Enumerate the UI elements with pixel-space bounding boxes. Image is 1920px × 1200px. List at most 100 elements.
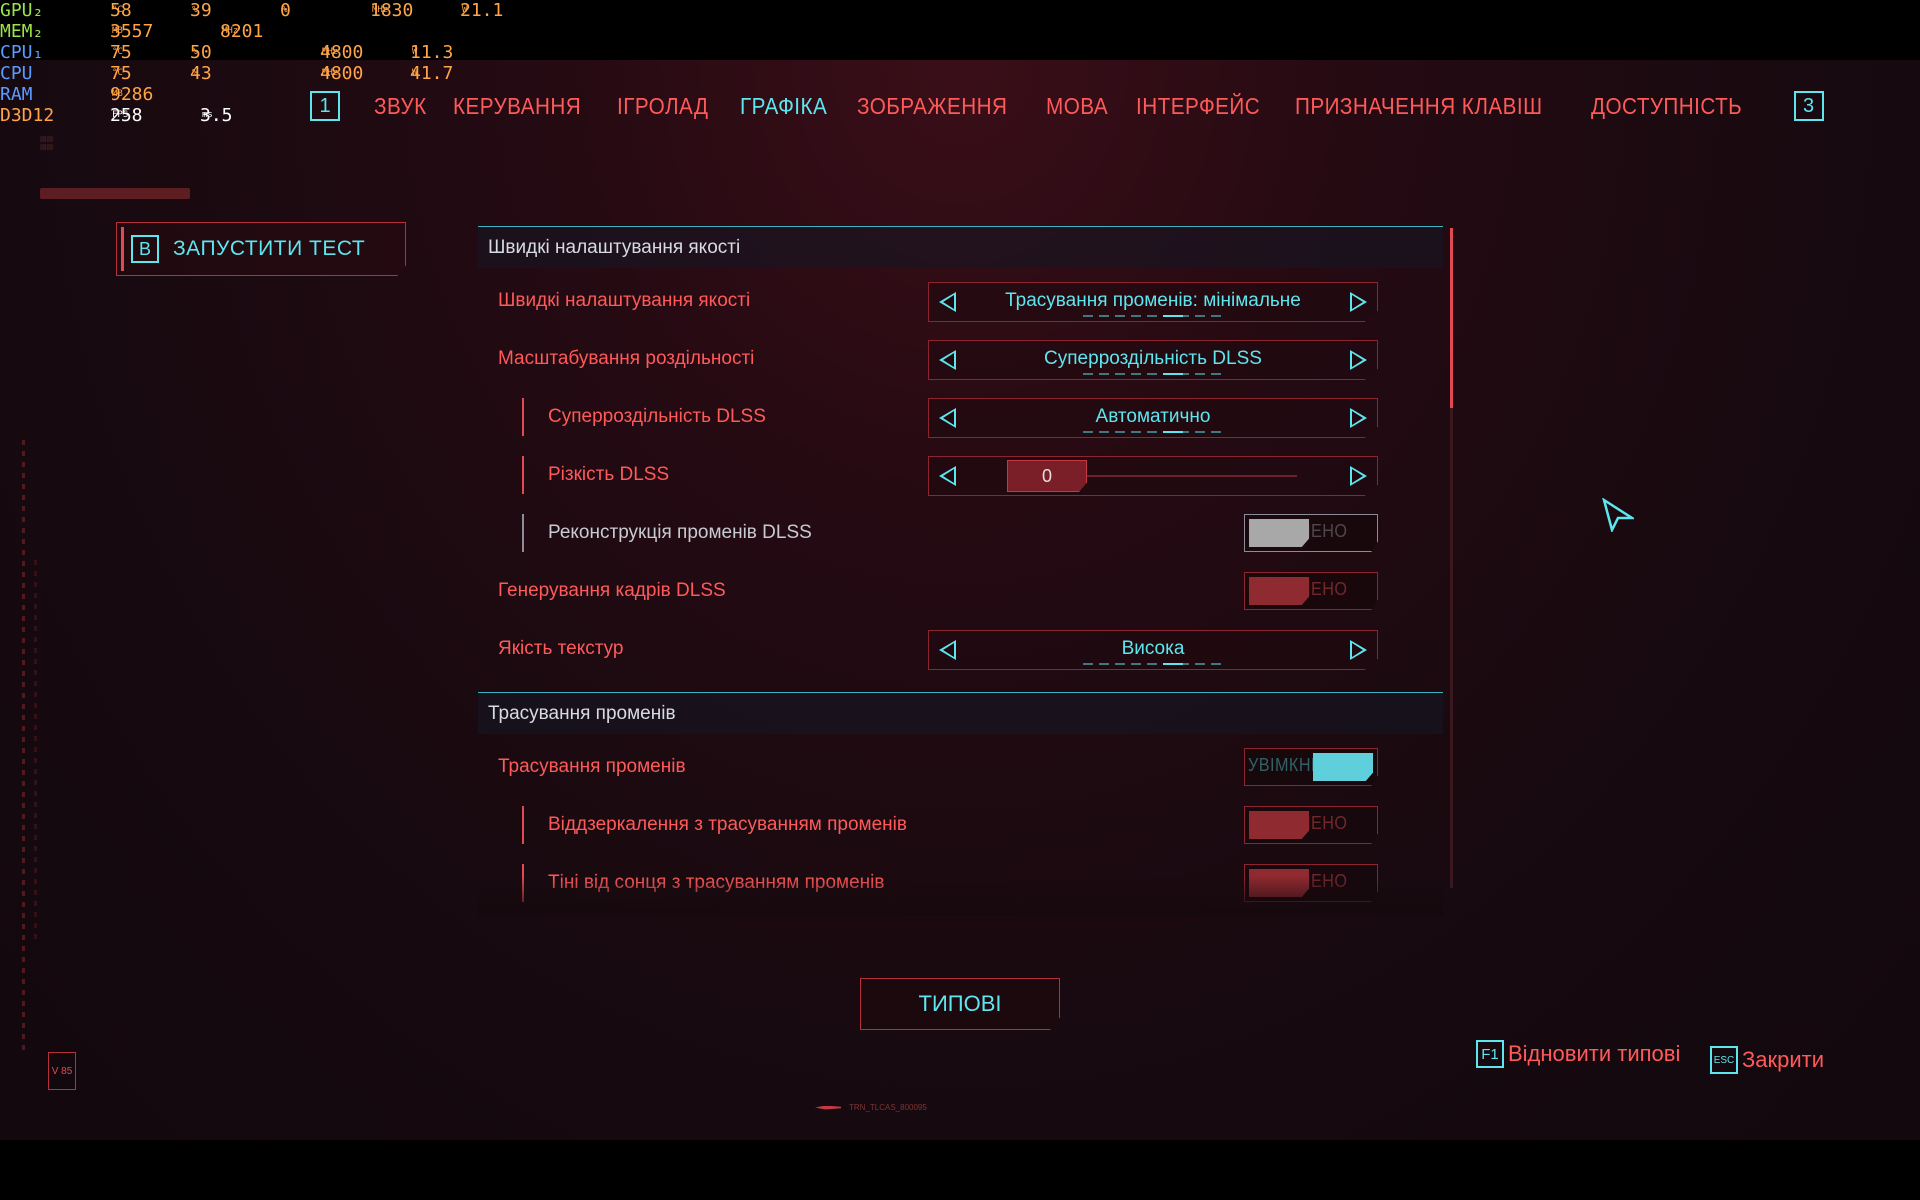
toggle-knob xyxy=(1249,869,1309,897)
arrow-left-icon[interactable] xyxy=(939,350,956,370)
settings-tab-bar: 1 ЗВУК КЕРУВАННЯ ІГРОЛАД ГРАФІКА ЗОБРАЖЕННЯ М… xyxy=(310,86,1824,126)
benchmark-key: B xyxy=(131,235,159,263)
setting-row[interactable]: Реконструкція променів DLSSВИМКНЕНО xyxy=(478,504,1443,562)
selector-position-dots xyxy=(1083,431,1223,433)
selector-value: Автоматично xyxy=(1095,406,1211,427)
esc-key: ESC xyxy=(1710,1046,1738,1074)
restore-defaults-hint[interactable]: F1 Відновити типові xyxy=(1476,1040,1680,1068)
setting-toggle[interactable] xyxy=(1244,864,1378,902)
setting-label: Різкість DLSS xyxy=(548,464,670,485)
indent-marker xyxy=(522,806,524,844)
setting-selector[interactable]: Трасування променів: мінімальне xyxy=(928,282,1378,322)
arrow-right-icon[interactable] xyxy=(1350,292,1367,312)
version-badge: V 85 xyxy=(48,1052,76,1090)
arrow-right-icon[interactable] xyxy=(1350,466,1367,486)
perf-label: D3D12 xyxy=(0,105,55,126)
restore-defaults-label: Відновити типові xyxy=(1508,1041,1681,1066)
setting-toggle[interactable] xyxy=(1244,806,1378,844)
setting-selector[interactable]: Висока xyxy=(928,630,1378,670)
indent-marker xyxy=(522,514,524,552)
setting-row[interactable]: Різкість DLSS 0 xyxy=(478,446,1443,504)
tab-next-key[interactable]: 3 xyxy=(1793,91,1824,121)
perf-row: CPU 75 °C 43% 4800 MHz 41.7 W xyxy=(0,63,454,84)
tab-6[interactable]: ІНТЕРФЕЙС xyxy=(1136,93,1260,120)
perf-label: GPU₂ xyxy=(0,0,44,21)
perf-label: CPU₁ xyxy=(0,42,44,63)
close-hint[interactable]: ESC Закрити xyxy=(1710,1046,1824,1074)
mouse-cursor-icon xyxy=(1602,498,1634,532)
perf-row: RAM 9286 MB xyxy=(0,84,154,105)
arrow-left-icon[interactable] xyxy=(939,292,956,312)
setting-selector[interactable]: Автоматично xyxy=(928,398,1378,438)
scrollbar-thumb[interactable] xyxy=(1450,228,1453,408)
selector-position-dots xyxy=(1083,663,1223,665)
setting-row[interactable]: Тіні від сонця з трасуванням променів ВИМ… xyxy=(478,854,1443,912)
setting-row[interactable]: Суперроздільність DLSS Автоматично xyxy=(478,388,1443,446)
arrow-left-icon[interactable] xyxy=(939,408,956,428)
defaults-button[interactable]: ТИПОВІ xyxy=(860,978,1060,1030)
toggle-knob xyxy=(1313,753,1373,781)
indent-marker xyxy=(522,398,524,436)
toggle-knob xyxy=(1249,811,1309,839)
setting-label: Трасування променів xyxy=(498,756,686,777)
selector-value: Суперроздільність DLSS xyxy=(1044,348,1262,369)
slider-track[interactable] xyxy=(1085,475,1297,477)
selector-value: Висока xyxy=(1121,638,1185,659)
version-badge-text: V 85 xyxy=(51,1065,73,1077)
selector-position-dots xyxy=(1083,373,1223,375)
setting-label: Якість текстур xyxy=(498,638,624,659)
perf-label: RAM xyxy=(0,84,33,105)
arrow-left-icon[interactable] xyxy=(939,640,956,660)
indent-marker xyxy=(522,864,524,902)
slider-knob[interactable]: 0 xyxy=(1007,460,1087,492)
setting-label: Реконструкція променів DLSS xyxy=(548,522,812,543)
tab-3[interactable]: ГРАФІКА xyxy=(740,93,827,120)
toggle-knob xyxy=(1249,519,1309,547)
setting-row[interactable]: Масштабування роздільності Суперроздільні… xyxy=(478,330,1443,388)
section-header: Швидкі налаштування якості xyxy=(478,226,1443,268)
setting-row[interactable]: Швидкі налаштування якості Трасування про… xyxy=(478,272,1443,330)
setting-label: Суперроздільність DLSS xyxy=(548,406,766,427)
tab-8[interactable]: ДОСТУПНІСТЬ xyxy=(1591,93,1742,120)
setting-row[interactable]: Генерування кадрів DLSSВИМКНЕНО xyxy=(478,562,1443,620)
footer-code-text: TRN_TLCAS_800095 xyxy=(849,1103,927,1112)
setting-toggle[interactable] xyxy=(1244,572,1378,610)
setting-label: Віддзеркалення з трасуванням променів xyxy=(548,814,907,835)
tab-4[interactable]: ЗОБРАЖЕННЯ xyxy=(857,93,1007,120)
tab-7[interactable]: ПРИЗНАЧЕННЯ КЛАВІШ xyxy=(1295,93,1542,120)
perf-row: GPU₂ 58 °C 39% 0% 1830 MHz 21.1 W xyxy=(0,0,504,21)
arrow-left-icon[interactable] xyxy=(939,466,956,486)
arrow-right-icon[interactable] xyxy=(1350,408,1367,428)
perf-row: D3D12 258 FPS 3.5 ms xyxy=(0,105,233,126)
perf-row: CPU₁ 75 °C 50% 4800 MHz 11.3 W xyxy=(0,42,454,63)
setting-row[interactable]: Якість текстур Висока xyxy=(478,620,1443,678)
selector-value: Трасування променів: мінімальне xyxy=(1005,290,1301,311)
setting-label: Масштабування роздільності xyxy=(498,348,755,369)
setting-selector[interactable]: Суперроздільність DLSS xyxy=(928,340,1378,380)
indent-marker xyxy=(522,456,524,494)
setting-row[interactable]: Трасування променівУВІМКНЕНО xyxy=(478,738,1443,796)
settings-panel: Швидкі налаштування якості Швидкі налашту… xyxy=(478,226,1443,916)
setting-toggle[interactable] xyxy=(1244,748,1378,786)
tab-5[interactable]: МОВА xyxy=(1046,93,1108,120)
setting-label: Тіні від сонця з трасуванням променів xyxy=(548,872,885,893)
decorative-scanline xyxy=(34,560,37,940)
tab-1[interactable]: КЕРУВАННЯ xyxy=(453,93,581,120)
close-label: Закрити xyxy=(1742,1047,1825,1072)
toggle-knob xyxy=(1249,577,1309,605)
footer-code: TRN_TLCAS_800095 xyxy=(815,1103,927,1112)
arrow-right-icon[interactable] xyxy=(1350,640,1367,660)
perf-label: CPU xyxy=(0,63,33,84)
setting-toggle xyxy=(1244,514,1378,552)
tab-2[interactable]: ІГРОЛАД xyxy=(617,93,708,120)
decorative-logo: ▤▤ ▤▤ xyxy=(40,136,54,151)
benchmark-label: ЗАПУСТИТИ ТЕСТ xyxy=(173,237,366,260)
settings-scrollbar[interactable] xyxy=(1450,228,1453,888)
setting-row[interactable]: Віддзеркалення з трасуванням променівВИМ… xyxy=(478,796,1443,854)
decorative-scanline xyxy=(22,440,25,1050)
arrow-right-icon[interactable] xyxy=(1350,350,1367,370)
run-benchmark-button[interactable]: B ЗАПУСТИТИ ТЕСТ xyxy=(116,222,406,276)
selector-position-dots xyxy=(1083,315,1223,317)
setting-slider[interactable]: 0 xyxy=(928,456,1378,496)
decorative-bar xyxy=(40,188,190,199)
